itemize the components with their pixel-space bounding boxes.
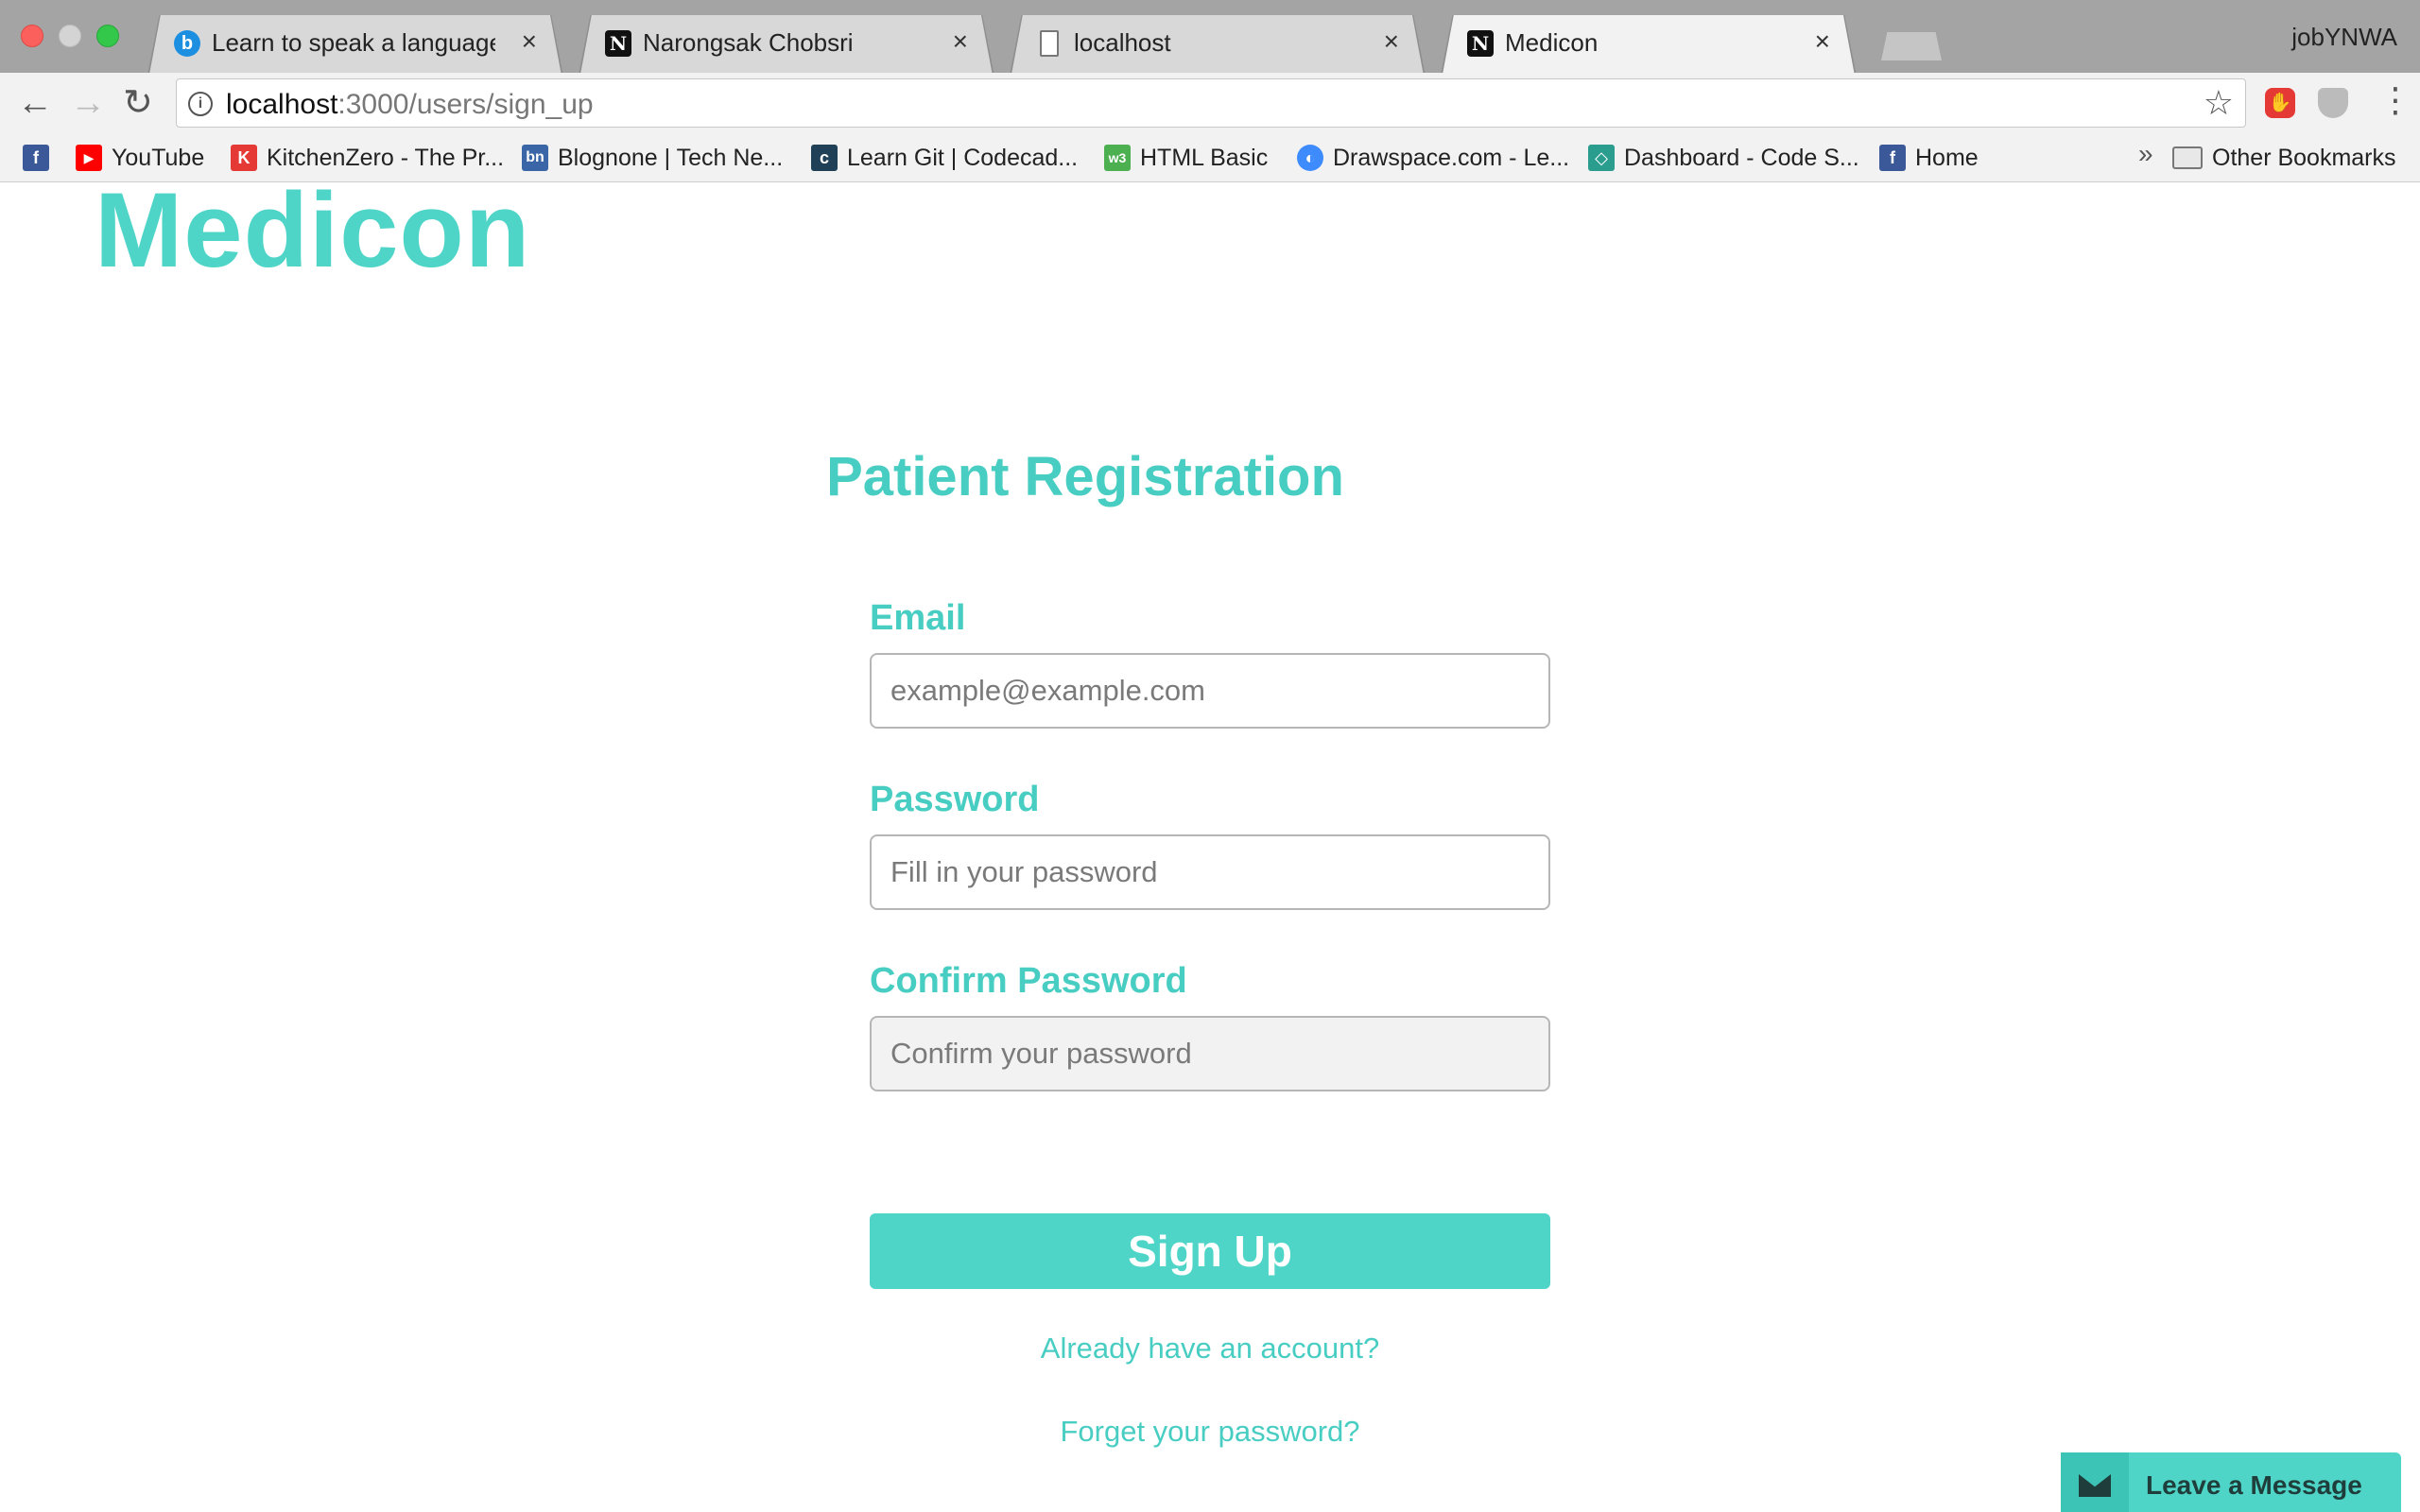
envelope-icon — [2079, 1474, 2111, 1497]
new-tab-button[interactable] — [1881, 32, 1942, 60]
sign-up-button[interactable]: Sign Up — [870, 1213, 1550, 1289]
back-arrow-icon[interactable]: ← — [17, 84, 53, 122]
tab-title: Learn to speak a language in 10 — [212, 28, 495, 57]
bookmark-codeschool[interactable]: ◇ Dashboard - Code S... — [1588, 141, 1859, 175]
menu-kebab-icon[interactable]: ⋮ — [2378, 80, 2412, 120]
tab-narongsak[interactable]: N Narongsak Chobsri × — [563, 15, 996, 73]
minimize-window-button[interactable] — [59, 25, 81, 47]
bookmark-kitchenzero[interactable]: K KitchenZero - The Pr... — [231, 141, 504, 175]
kitchenzero-icon: K — [231, 145, 257, 171]
reload-icon[interactable]: ↻ — [123, 84, 153, 122]
folder-icon — [2172, 146, 2203, 169]
page-title: Patient Registration — [826, 446, 1344, 507]
confirm-password-field[interactable] — [870, 1016, 1550, 1091]
info-icon[interactable]: i — [188, 92, 213, 116]
browser-toolbar: ← → ↻ i localhost:3000/users/sign_up ☆ ✋… — [0, 73, 2420, 133]
w3schools-icon: w3 — [1104, 145, 1131, 171]
drawspace-icon: ◐ — [1297, 145, 1323, 171]
close-icon[interactable]: × — [1384, 26, 1399, 57]
bookmark-home[interactable]: f Home — [1879, 141, 1979, 175]
shield-icon[interactable] — [2318, 88, 2348, 118]
password-label: Password — [870, 780, 1040, 819]
login-link[interactable]: Already have an account? — [870, 1332, 1550, 1366]
tab-strip: b Learn to speak a language in 10 × N Na… — [0, 0, 2420, 73]
password-field[interactable] — [870, 834, 1550, 910]
tab-learn-language[interactable]: b Learn to speak a language in 10 × — [132, 15, 565, 73]
bookmark-facebook[interactable]: f — [23, 141, 59, 175]
b-icon: b — [174, 30, 200, 57]
youtube-icon: ▶ — [76, 145, 102, 171]
bookmark-html-basic[interactable]: w3 HTML Basic — [1104, 141, 1268, 175]
close-icon[interactable]: × — [953, 26, 968, 57]
profile-name[interactable]: jobYNWA — [2291, 23, 2397, 52]
tab-localhost[interactable]: localhost × — [994, 15, 1427, 73]
codecademy-icon: c — [811, 145, 838, 171]
tab-title: Medicon — [1505, 28, 1599, 57]
n-icon: N — [605, 30, 631, 57]
close-icon[interactable]: × — [1815, 26, 1830, 57]
bookmark-codecademy[interactable]: c Learn Git | Codecad... — [811, 141, 1078, 175]
tab-title: Narongsak Chobsri — [643, 28, 854, 57]
leave-message-widget[interactable]: Leave a Message — [2061, 1452, 2401, 1512]
leave-message-label: Leave a Message — [2146, 1470, 2362, 1500]
tab-medicon[interactable]: N Medicon × — [1426, 15, 1858, 73]
email-label: Email — [870, 598, 966, 638]
blognone-icon: bn — [522, 145, 548, 171]
email-field[interactable] — [870, 653, 1550, 729]
maximize-window-button[interactable] — [96, 25, 119, 47]
bookmark-star-icon[interactable]: ☆ — [2204, 83, 2234, 123]
forgot-password-link[interactable]: Forget your password? — [870, 1415, 1550, 1449]
n-icon: N — [1467, 30, 1494, 57]
brand-logo[interactable]: Medicon — [95, 182, 530, 291]
bookmarks-bar: f ▶ YouTube K KitchenZero - The Pr... bn Bl… — [0, 133, 2420, 182]
close-window-button[interactable] — [21, 25, 43, 47]
bookmarks-overflow-icon[interactable]: » — [2138, 139, 2153, 169]
bookmark-youtube[interactable]: ▶ YouTube — [76, 141, 204, 175]
codeschool-icon: ◇ — [1588, 145, 1615, 171]
url-text[interactable]: localhost:3000/users/sign_up — [226, 89, 594, 121]
forward-arrow-icon[interactable]: → — [70, 84, 106, 122]
document-icon — [1040, 30, 1059, 57]
confirm-password-label: Confirm Password — [870, 961, 1187, 1001]
adblock-icon[interactable]: ✋ — [2265, 88, 2295, 118]
close-icon[interactable]: × — [522, 26, 537, 57]
bookmark-drawspace[interactable]: ◐ Drawspace.com - Le... — [1297, 141, 1569, 175]
registration-form: Email Password Confirm Password — [870, 598, 1550, 1091]
other-bookmarks[interactable]: Other Bookmarks — [2172, 141, 2396, 175]
tab-title: localhost — [1074, 28, 1171, 57]
facebook-icon: f — [1879, 145, 1906, 171]
bookmark-blognone[interactable]: bn Blognone | Tech Ne... — [522, 141, 783, 175]
facebook-icon: f — [23, 145, 49, 171]
page-content: Medicon Patient Registration Email Passw… — [0, 182, 2420, 1512]
address-bar[interactable]: i localhost:3000/users/sign_up ☆ — [176, 78, 2246, 128]
